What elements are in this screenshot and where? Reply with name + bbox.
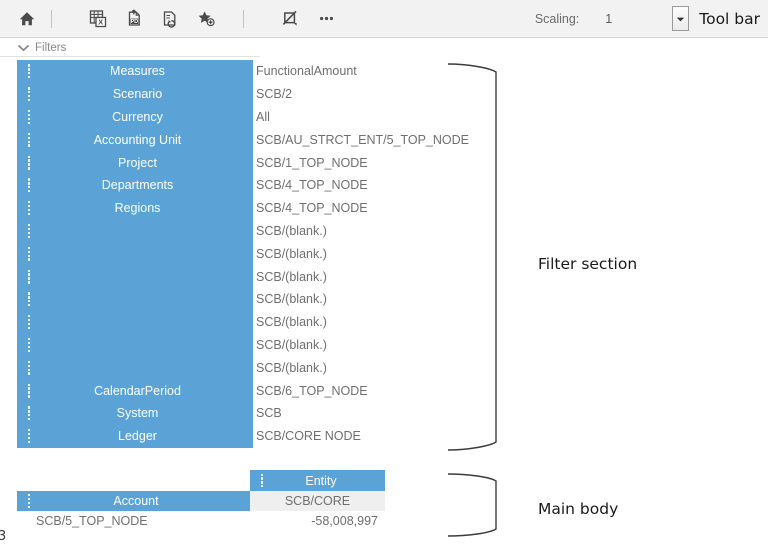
filter-row[interactable] <box>17 334 253 357</box>
drag-handle-icon[interactable] <box>22 87 36 101</box>
filter-row[interactable] <box>17 220 253 243</box>
filter-row[interactable] <box>17 242 253 265</box>
home-button[interactable] <box>12 4 42 34</box>
add-favorite-button[interactable] <box>191 4 221 34</box>
filter-row[interactable]: System <box>17 402 253 425</box>
drag-handle-icon[interactable] <box>22 270 36 284</box>
home-icon <box>18 10 36 28</box>
export-document-button[interactable] <box>155 4 185 34</box>
main-body-annotation: Main body <box>538 500 618 518</box>
data-row-label[interactable]: SCB/5_TOP_NODE <box>36 514 148 528</box>
filter-row-label: Scenario <box>36 87 253 101</box>
filter-row[interactable] <box>17 311 253 334</box>
export-pdf-icon: PD <box>125 9 144 28</box>
filter-row-label: Measures <box>36 64 253 78</box>
export-excel-button[interactable]: X <box>83 4 113 34</box>
drag-handle-icon[interactable] <box>22 292 36 306</box>
filter-section-brace <box>446 62 502 452</box>
filter-row[interactable]: Departments <box>17 174 253 197</box>
drag-handle-icon[interactable] <box>22 494 36 508</box>
svg-text:PD: PD <box>130 19 137 25</box>
drag-handle-icon[interactable] <box>22 361 36 375</box>
filter-row[interactable] <box>17 288 253 311</box>
chevron-down-icon <box>676 10 685 28</box>
toolbar-separator-2 <box>243 10 244 28</box>
hide-data-icon <box>281 9 300 28</box>
drag-handle-icon[interactable] <box>22 338 36 352</box>
add-favorite-icon <box>197 9 216 28</box>
drag-handle-icon[interactable] <box>22 315 36 329</box>
filter-row-label: System <box>36 406 253 420</box>
filter-row[interactable]: Regions <box>17 197 253 220</box>
toolbar-separator-1 <box>51 10 52 28</box>
drag-handle-icon[interactable] <box>22 178 36 192</box>
filter-row[interactable]: Accounting Unit <box>17 128 253 151</box>
chevron-down-icon[interactable] <box>18 44 29 52</box>
filter-row[interactable]: Scenario <box>17 83 253 106</box>
drag-handle-icon[interactable] <box>22 224 36 238</box>
drag-handle-icon[interactable] <box>22 110 36 124</box>
entity-header-label: Entity <box>269 474 385 488</box>
entity-column-header[interactable]: Entity <box>250 470 385 491</box>
drag-handle-icon[interactable] <box>22 429 36 443</box>
filter-row-label: Project <box>36 156 253 170</box>
filter-row[interactable]: Measures <box>17 60 253 83</box>
filter-row[interactable] <box>17 265 253 288</box>
drag-handle-icon[interactable] <box>22 247 36 261</box>
filter-row-label: Ledger <box>36 429 253 443</box>
drag-handle-icon[interactable] <box>22 384 36 398</box>
filter-row[interactable]: CalendarPeriod <box>17 379 253 402</box>
drag-handle-icon[interactable] <box>22 406 36 420</box>
filter-row[interactable]: Ledger <box>17 425 253 448</box>
filter-row[interactable]: Currency <box>17 106 253 129</box>
filter-label-column: Measures Scenario Currency Accounting Unit P… <box>17 60 253 448</box>
filter-row-label: CalendarPeriod <box>36 384 253 398</box>
filter-row[interactable]: Project <box>17 151 253 174</box>
scaling-label: Scaling: <box>535 12 579 26</box>
more-options-icon <box>317 9 336 28</box>
filter-row-label: Regions <box>36 201 253 215</box>
export-excel-icon: X <box>89 9 108 28</box>
filter-row-label: Currency <box>36 110 253 124</box>
filters-title: Filters <box>35 42 66 54</box>
toolbar: X PD <box>0 0 768 38</box>
account-header-label: Account <box>36 494 250 508</box>
more-options-button[interactable] <box>311 4 341 34</box>
data-row-value[interactable]: -58,008,997 <box>250 514 378 528</box>
filter-row-label: Accounting Unit <box>36 133 253 147</box>
export-pdf-button[interactable]: PD <box>119 4 149 34</box>
filter-row-label: Departments <box>36 178 253 192</box>
drag-handle-icon[interactable] <box>255 474 269 488</box>
main-body-brace <box>446 472 502 538</box>
scaling-value: 1 <box>605 12 612 26</box>
svg-text:X: X <box>98 18 103 27</box>
drag-handle-icon[interactable] <box>22 156 36 170</box>
hide-data-button[interactable] <box>275 4 305 34</box>
drag-handle-icon[interactable] <box>22 201 36 215</box>
filters-section-header[interactable]: Filters <box>0 39 260 57</box>
drag-handle-icon[interactable] <box>22 133 36 147</box>
filter-section-annotation: Filter section <box>538 255 637 273</box>
scaling-dropdown-button[interactable] <box>672 6 689 31</box>
filter-row[interactable] <box>17 356 253 379</box>
toolbar-annotation-label: Tool bar <box>699 10 760 28</box>
export-document-icon <box>161 9 180 28</box>
account-row-header[interactable]: Account <box>17 491 250 511</box>
entity-member-cell[interactable]: SCB/CORE <box>250 491 385 511</box>
drag-handle-icon[interactable] <box>22 64 36 78</box>
cut-off-character: 3 <box>0 529 6 544</box>
